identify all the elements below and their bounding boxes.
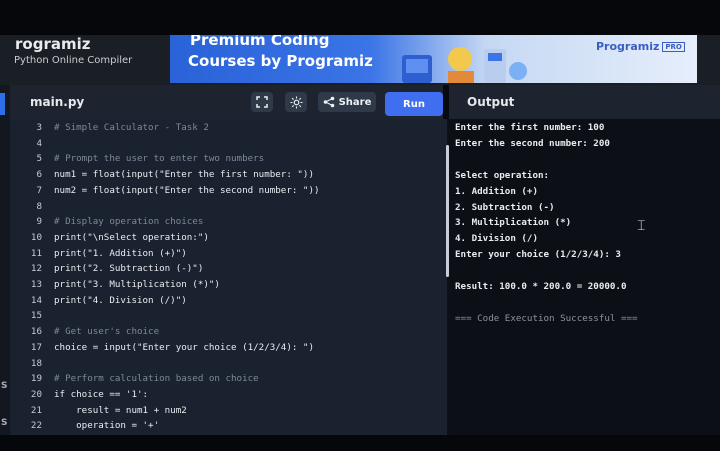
banner-illustration-icon	[402, 47, 527, 83]
code-text: # Display operation choices	[54, 216, 204, 228]
line-number: 21	[30, 404, 42, 416]
line-number: 13	[30, 279, 42, 290]
code-line[interactable]: 20 if choice == '1':	[10, 387, 447, 403]
code-text: result = num1 + num2	[54, 404, 187, 416]
code-text: choice = input("Enter your choice (1/2/3…	[54, 341, 314, 353]
code-text: num2 = float(input("Enter the second num…	[54, 184, 320, 196]
editor-toolbar: main.py Share	[10, 85, 443, 120]
code-text: print("\nSelect operation:")	[54, 231, 209, 243]
code-line[interactable]: 11 print("1. Addition (+)")	[10, 246, 447, 262]
brand-logo[interactable]: rogramiz	[15, 35, 90, 53]
code-text: # Prompt the user to enter two numbers	[54, 153, 265, 165]
code-line[interactable]: 15	[10, 308, 447, 324]
code-text: # Simple Calculator - Task 2	[54, 122, 209, 133]
output-line: 1. Addition (+)	[455, 185, 538, 197]
line-number: 19	[30, 373, 42, 385]
file-tab-main-py[interactable]: main.py	[30, 95, 84, 109]
output-line: Enter the first number: 100	[455, 122, 605, 133]
banner-line1: Premium Coding	[190, 35, 330, 49]
line-number: 17	[30, 341, 42, 353]
pro-badge: PRO	[662, 42, 685, 52]
code-line[interactable]: 19 # Perform calculation based on choice	[10, 371, 447, 387]
output-console: Enter the first number: 100 Enter the sec…	[449, 119, 720, 435]
line-number: 9	[36, 216, 42, 228]
code-line[interactable]: 17 choice = input("Enter your choice (1/2…	[10, 340, 447, 356]
promo-banner[interactable]: Premium Coding Courses by Programiz Prog…	[170, 35, 697, 83]
theme-toggle-button[interactable]	[285, 92, 307, 112]
code-line[interactable]: 12 print("2. Subtraction (-)")	[10, 261, 447, 277]
code-line[interactable]: 10 print("\nSelect operation:")	[10, 230, 447, 246]
code-line[interactable]: 22 operation = '+'	[10, 418, 447, 434]
text-cursor-icon: ⌶	[637, 218, 646, 234]
line-number: 6	[36, 169, 42, 181]
code-text: print("2. Subtraction (-)")	[54, 263, 204, 275]
line-number: 8	[36, 200, 42, 212]
code-line[interactable]: 3 # Simple Calculator - Task 2	[10, 120, 447, 136]
line-number: 15	[30, 310, 42, 322]
code-text: print("4. Division (/)")	[54, 294, 187, 306]
code-text: num1 = float(input("Enter the first numb…	[54, 169, 314, 181]
share-button[interactable]: Share	[318, 92, 376, 112]
code-line[interactable]: 6 num1 = float(input("Enter the first num…	[10, 167, 447, 183]
line-number: 10	[30, 231, 42, 243]
left-edge-panel: S S	[0, 85, 10, 451]
code-line[interactable]: 5 # Prompt the user to enter two numbers	[10, 151, 447, 167]
line-number: 11	[30, 247, 42, 259]
output-line: Select operation:	[455, 169, 550, 181]
code-line[interactable]: 21 result = num1 + num2	[10, 403, 447, 419]
code-line[interactable]: 9 # Display operation choices	[10, 214, 447, 230]
line-number: 14	[30, 294, 42, 306]
code-text: # Perform calculation based on choice	[54, 373, 259, 385]
line-number: 16	[30, 326, 42, 338]
code-text: # Get user's choice	[54, 326, 160, 338]
code-line[interactable]: 18	[10, 356, 447, 372]
run-button[interactable]: Run	[385, 92, 443, 116]
banner-logo-text: Programiz	[596, 40, 660, 53]
output-line: 3. Multiplication (*)	[455, 217, 572, 229]
share-icon	[323, 96, 334, 108]
active-indicator	[0, 93, 5, 115]
top-dark-strip	[0, 0, 720, 35]
code-line[interactable]: 7 num2 = float(input("Enter the second nu…	[10, 183, 447, 199]
output-header: Output	[449, 85, 720, 120]
code-text: if choice == '1':	[54, 388, 149, 400]
code-line[interactable]: 16 # Get user's choice	[10, 324, 447, 340]
code-text: print("3. Multiplication (*)")	[54, 279, 220, 290]
edge-label-1: S	[1, 381, 8, 391]
line-number: 18	[30, 357, 42, 369]
fullscreen-button[interactable]	[251, 92, 273, 112]
execution-status: === Code Execution Successful ===	[455, 312, 638, 324]
share-label: Share	[338, 96, 372, 108]
banner-logo: Programiz PRO	[596, 40, 685, 53]
bottom-strip	[0, 435, 720, 451]
output-title: Output	[467, 95, 515, 109]
output-line: 2. Subtraction (-)	[455, 201, 555, 213]
edge-label-2: S	[1, 418, 8, 428]
output-line: Enter the second number: 200	[455, 137, 610, 149]
banner-line2: Courses by Programiz	[188, 52, 373, 70]
line-number: 5	[36, 153, 42, 165]
output-line: Enter your choice (1/2/3/4): 3	[455, 249, 621, 261]
code-editor[interactable]: 3 # Simple Calculator - Task 2 4 5 # Prompt …	[10, 119, 447, 435]
line-number: 12	[30, 263, 42, 275]
output-line: 4. Division (/)	[455, 233, 538, 245]
code-line[interactable]: 8	[10, 199, 447, 215]
code-line[interactable]: 14 print("4. Division (/)")	[10, 293, 447, 309]
code-text: operation = '+'	[54, 420, 160, 432]
line-number: 22	[30, 420, 42, 432]
line-number: 4	[36, 137, 42, 149]
code-line[interactable]: 13 print("3. Multiplication (*)")	[10, 277, 447, 293]
line-number: 7	[36, 184, 42, 196]
sun-icon	[290, 96, 302, 108]
code-text: print("1. Addition (+)")	[54, 247, 187, 259]
line-number: 3	[36, 122, 42, 133]
output-line: Result: 100.0 * 200.0 = 20000.0	[455, 281, 627, 292]
line-number: 20	[30, 388, 42, 400]
compiler-subtitle: Python Online Compiler	[14, 55, 133, 66]
code-line[interactable]: 4	[10, 136, 447, 152]
fullscreen-icon	[256, 96, 268, 108]
